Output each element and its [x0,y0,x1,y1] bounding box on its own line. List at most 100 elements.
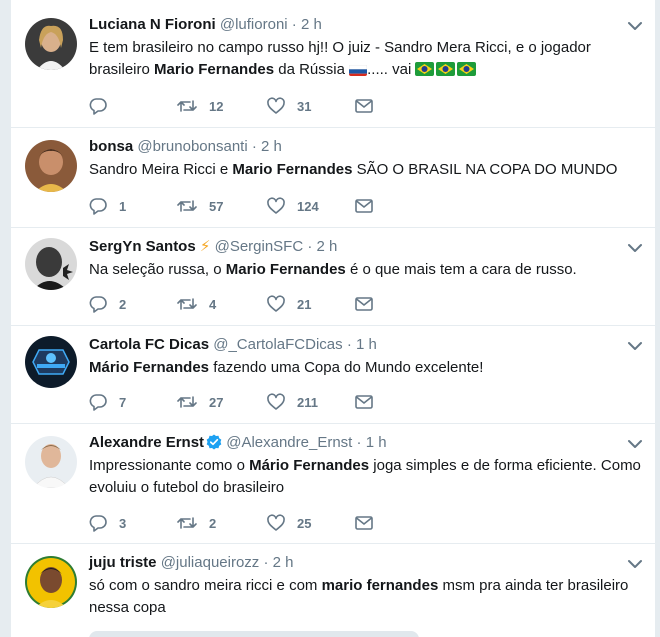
tweet[interactable]: juju triste @juliaqueirozz · 2 h só com … [11,544,655,637]
user-handle[interactable]: @SerginSFC [215,238,304,255]
separator: · [307,238,313,255]
retweet-button[interactable]: 4 [177,294,267,314]
avatar[interactable] [25,140,77,192]
tweet-feed: Luciana N Fioroni @lufioroni · 2 h E tem… [10,0,656,637]
direct-message-button[interactable] [355,392,373,412]
direct-message-icon [355,516,373,530]
chevron-down-icon[interactable] [627,20,643,32]
reply-count: 2 [119,296,127,312]
like-button[interactable]: 21 [267,294,355,314]
retweet-count: 4 [209,296,217,312]
user-handle[interactable]: @lufioroni [220,16,288,33]
timestamp[interactable]: 1 h [356,336,377,353]
chevron-down-icon[interactable] [627,558,643,570]
tweet-header: bonsa @brunobonsanti · 2 h [89,136,643,158]
user-fullname[interactable]: bonsa [89,138,133,155]
retweet-icon [177,100,197,112]
user-handle[interactable]: @brunobonsanti [137,138,247,155]
reply-button[interactable]: 1 [89,196,177,216]
tweet-text: Impressionante como o Mário Fernandes jo… [89,457,641,496]
user-handle[interactable]: @_CartolaFCDicas [213,336,342,353]
reply-button[interactable]: 2 [89,294,177,314]
like-icon [267,97,285,114]
reply-icon [89,198,107,215]
user-fullname[interactable]: juju triste [89,554,157,571]
reply-button[interactable] [89,96,177,116]
tweet[interactable]: SergYn Santos ⚡ @SerginSFC · 2 h Na sele… [11,228,655,326]
flag-brazil-icon [415,61,435,76]
reply-icon [89,98,107,115]
tweet[interactable]: bonsa @brunobonsanti · 2 h Sandro Meira … [11,128,655,228]
flag-brazil-icon [457,61,477,76]
retweet-button[interactable]: 57 [177,196,267,216]
timestamp[interactable]: 2 h [317,238,338,255]
user-fullname[interactable]: Alexandre Ernst [89,434,204,451]
retweet-button[interactable]: 2 [177,513,267,533]
like-icon [267,197,285,214]
like-button[interactable]: 124 [267,196,355,216]
like-button[interactable]: 31 [267,96,355,116]
tweet-header: Luciana N Fioroni @lufioroni · 2 h [89,14,643,36]
tweet-text: Mário Fernandes fazendo uma Copa do Mund… [89,359,484,376]
chevron-down-icon[interactable] [627,438,643,450]
like-icon [267,393,285,410]
avatar[interactable] [25,336,77,388]
timestamp[interactable]: 2 h [273,554,294,571]
timestamp[interactable]: 1 h [366,434,387,451]
retweet-icon [177,396,197,408]
avatar[interactable] [25,436,77,488]
separator: · [346,336,352,353]
tweet-text: Sandro Meira Ricci e Mario Fernandes SÃO… [89,161,618,178]
reply-count: 3 [119,515,127,531]
separator: · [251,138,257,155]
user-handle[interactable]: @Alexandre_Ernst [226,434,352,451]
media-preview[interactable] [89,631,419,637]
like-count: 124 [297,198,319,214]
tweet-header: juju triste @juliaqueirozz · 2 h [89,552,643,574]
retweet-button[interactable]: 12 [177,96,267,116]
reply-icon [89,515,107,532]
chevron-down-icon[interactable] [627,242,643,254]
reply-button[interactable]: 3 [89,513,177,533]
user-fullname[interactable]: Luciana N Fioroni [89,16,216,33]
reply-count: 1 [119,198,127,214]
tweet[interactable]: Cartola FC Dicas @_CartolaFCDicas · 1 h … [11,326,655,424]
reply-icon [89,296,107,313]
user-fullname[interactable]: Cartola FC Dicas [89,336,209,353]
chevron-down-icon[interactable] [627,340,643,352]
flag-russia-icon [349,63,368,76]
direct-message-icon [355,199,373,213]
tweet-header: Cartola FC Dicas @_CartolaFCDicas · 1 h [89,334,643,356]
timestamp[interactable]: 2 h [261,138,282,155]
like-button[interactable]: 211 [267,392,355,412]
direct-message-button[interactable] [355,96,373,116]
verified-badge-icon [206,434,222,450]
retweet-count: 57 [209,198,224,214]
avatar[interactable] [25,18,77,70]
like-count: 31 [297,98,312,114]
retweet-button[interactable]: 27 [177,392,267,412]
like-count: 211 [297,394,318,410]
tweet[interactable]: Luciana N Fioroni @lufioroni · 2 h E tem… [11,0,655,128]
tweet-header: Alexandre Ernst @Alexandre_Ernst · 1 h [89,432,643,454]
tweet-text: Na seleção russa, o Mario Fernandes é o … [89,261,577,278]
flag-brazil-icon [436,61,456,76]
tweet[interactable]: Alexandre Ernst @Alexandre_Ernst · 1 h I… [11,424,655,544]
separator: · [291,16,297,33]
like-count: 25 [297,515,312,531]
like-button[interactable]: 25 [267,513,355,533]
reply-icon [89,394,107,411]
like-icon [267,295,285,312]
direct-message-button[interactable] [355,513,373,533]
user-handle[interactable]: @juliaqueirozz [161,554,260,571]
user-fullname[interactable]: SergYn Santos [89,238,196,255]
avatar[interactable] [25,556,77,608]
like-count: 21 [297,296,312,312]
direct-message-button[interactable] [355,294,373,314]
lightning-emoji: ⚡ [199,238,211,255]
reply-button[interactable]: 7 [89,392,177,412]
avatar[interactable] [25,238,77,290]
timestamp[interactable]: 2 h [301,16,322,33]
retweet-count: 12 [209,98,224,114]
direct-message-button[interactable] [355,196,373,216]
